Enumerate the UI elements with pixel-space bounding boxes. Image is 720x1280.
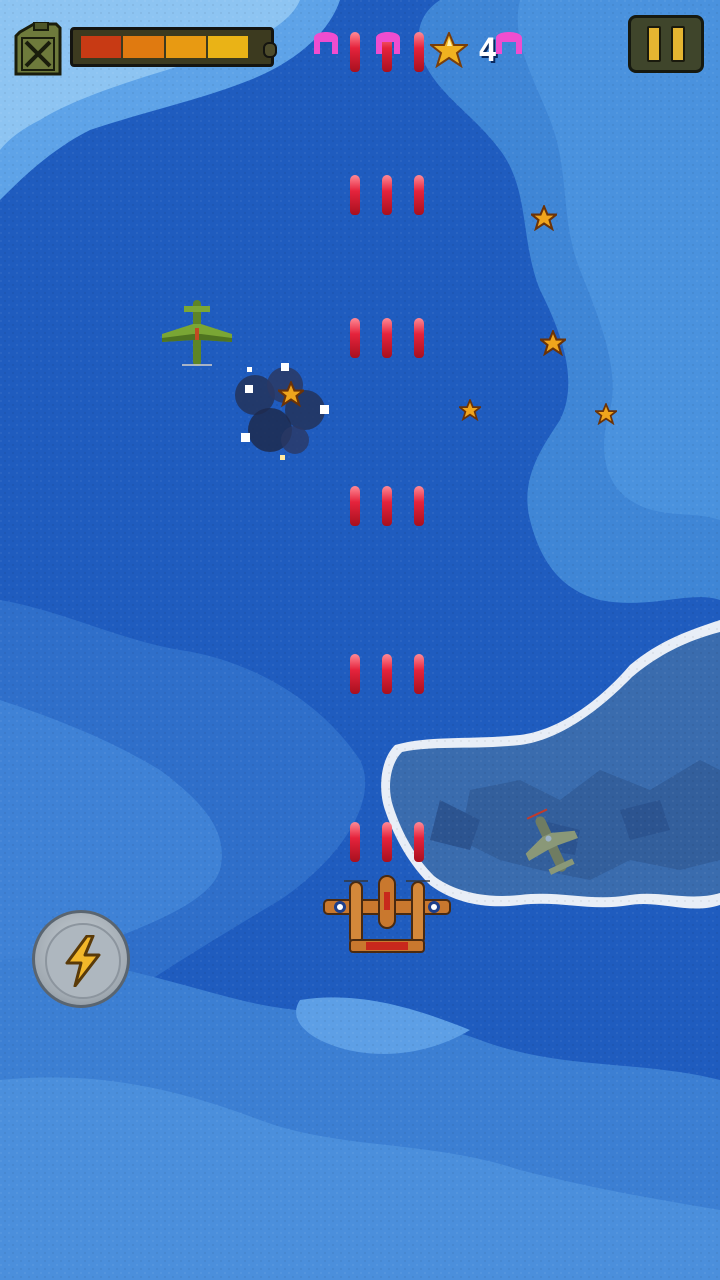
fuel-segment: [81, 36, 122, 58]
player-plane[interactable]: [322, 874, 452, 960]
player-bullet: [414, 318, 424, 358]
enemy-gray-plane: [525, 808, 579, 875]
enemy-green-plane: [162, 300, 232, 366]
player-bullet: [350, 318, 360, 358]
player-bullet: [382, 318, 392, 358]
player-bullet: [350, 175, 360, 215]
player-bullet: [382, 486, 392, 526]
fuel-bar: [70, 27, 277, 67]
fuel-segment: [207, 36, 248, 58]
lightning-bolt-icon: [65, 935, 101, 987]
player-bullet: [350, 822, 360, 862]
star-icon: [430, 32, 468, 68]
player-bullet: [414, 654, 424, 694]
player-bullet: [382, 654, 392, 694]
power-up-button-face: [45, 923, 121, 999]
fuel-bar-cap: [263, 42, 277, 58]
ocean-background: [0, 0, 720, 1280]
pause-icon: [647, 26, 661, 62]
player-bullet: [382, 822, 392, 862]
player-bullet: [350, 654, 360, 694]
fuel-segment: [165, 36, 206, 58]
player-bullet: [414, 822, 424, 862]
player-bullet: [414, 175, 424, 215]
fuel-segment: [123, 36, 164, 58]
collectible-star: [278, 381, 304, 407]
star-counter: 4: [430, 30, 497, 70]
collectible-star: [540, 330, 566, 356]
player-bullet: [350, 486, 360, 526]
collectible-star: [459, 399, 481, 421]
pause-icon: [671, 26, 685, 62]
game-scene[interactable]: [0, 0, 720, 1280]
fuel-gauge: [12, 22, 277, 78]
fuel-level-fill: [81, 36, 248, 58]
pause-button[interactable]: [628, 15, 704, 73]
explosion-smoke: [235, 363, 329, 460]
collectible-star: [531, 205, 557, 231]
star-count-value: 4: [478, 31, 498, 69]
power-up-button[interactable]: [32, 910, 130, 1008]
player-bullet: [382, 175, 392, 215]
fuel-can-icon: [14, 22, 62, 76]
player-bullet: [414, 486, 424, 526]
collectible-star: [595, 403, 617, 425]
